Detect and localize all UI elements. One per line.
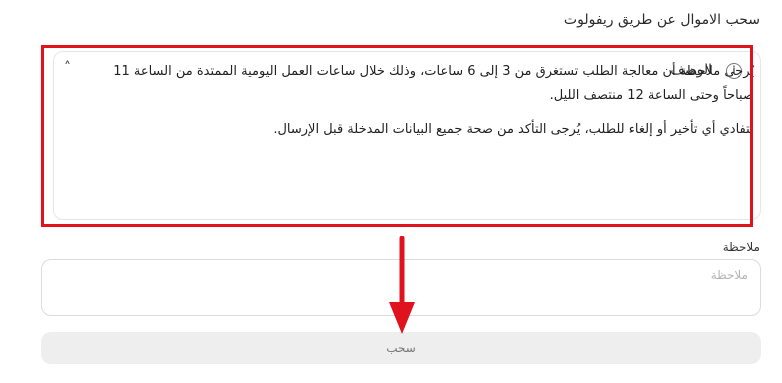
annotation-highlight-box xyxy=(41,45,753,227)
annotation-arrow-icon xyxy=(389,236,415,334)
note-label: ملاحظة xyxy=(722,240,760,254)
page-title: سحب الاموال عن طريق ريفولوت xyxy=(563,12,760,28)
